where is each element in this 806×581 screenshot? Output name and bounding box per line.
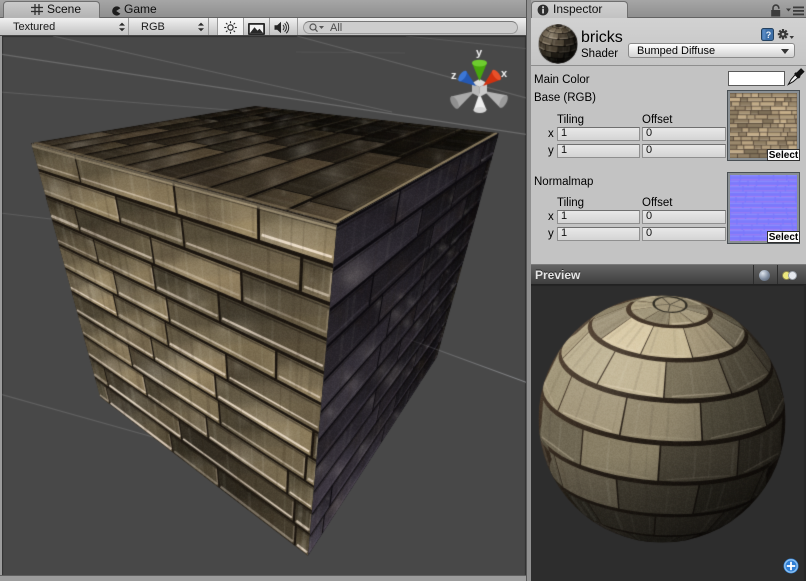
- svg-text:?: ?: [766, 30, 772, 40]
